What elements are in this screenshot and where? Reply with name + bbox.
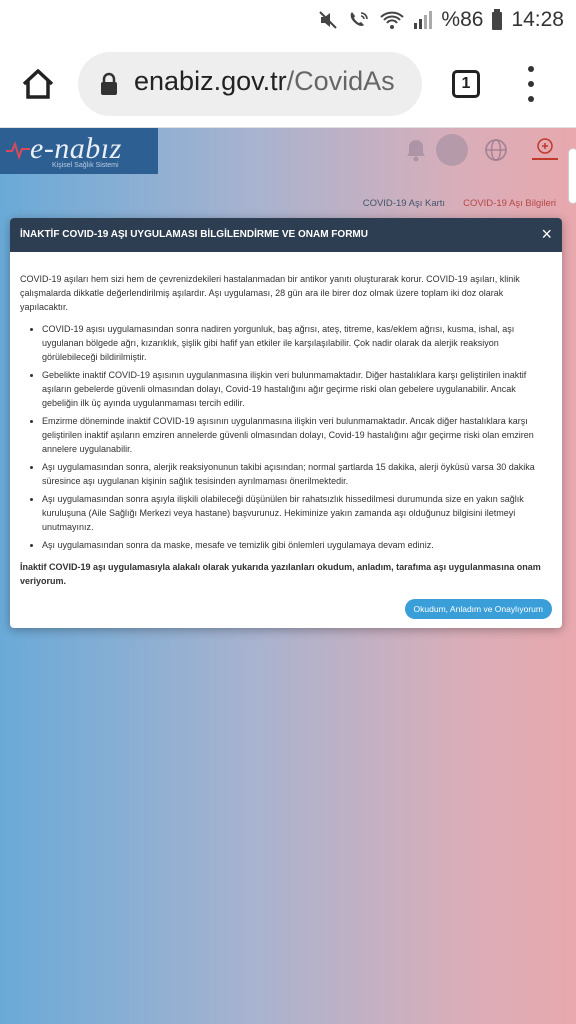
site-logo[interactable]: e-nabız Kişisel Sağlık Sistemi xyxy=(0,128,158,174)
breadcrumb-asi-karti[interactable]: COVID-19 Aşı Kartı xyxy=(363,198,445,209)
modal-title: İNAKTİF COVID-19 AŞI UYGULAMASI BİLGİLEN… xyxy=(20,229,368,240)
info-list: COVID-19 aşısı uygulamasından sonra nadi… xyxy=(20,322,552,552)
battery-percent: %86 xyxy=(441,8,484,31)
logo-text: e-nabız xyxy=(30,132,122,165)
home-icon[interactable] xyxy=(18,64,58,104)
clock: 14:28 xyxy=(511,8,564,31)
list-item: Aşı uygulamasından sonra aşıyla ilişkili… xyxy=(42,492,552,534)
bell-icon[interactable] xyxy=(405,138,427,162)
ministry-logo[interactable] xyxy=(528,136,562,164)
consent-statement: İnaktif COVID-19 aşı uygulamasıyla alaka… xyxy=(20,562,541,586)
globe-icon[interactable] xyxy=(484,138,508,162)
url-path: /CovidAs xyxy=(286,66,395,96)
url-domain: enabiz.gov.tr xyxy=(134,66,287,96)
modal-header: İNAKTİF COVID-19 AŞI UYGULAMASI BİLGİLEN… xyxy=(10,218,562,252)
list-item: Emzirme döneminde inaktif COVID-19 aşısı… xyxy=(42,414,552,456)
breadcrumb-asi-bilgileri[interactable]: COVID-19 Aşı Bilgileri xyxy=(463,198,556,209)
avatar[interactable] xyxy=(436,134,468,166)
wifi-icon xyxy=(380,11,405,29)
scroll-handle[interactable] xyxy=(568,148,576,204)
mute-icon xyxy=(319,11,338,29)
wifi-call-icon xyxy=(351,12,369,26)
browser-toolbar: enabiz.gov.tr/CovidAs 1 xyxy=(0,40,576,128)
logo-subtitle: Kişisel Sağlık Sistemi xyxy=(52,162,119,169)
more-menu-icon[interactable] xyxy=(520,66,542,102)
status-bar: %86 14:28 xyxy=(0,0,576,40)
breadcrumb: COVID-19 Aşı Kartı COVID-19 Aşı Bilgiler… xyxy=(363,198,556,209)
url-text[interactable]: enabiz.gov.tr/CovidAs xyxy=(134,66,395,97)
address-bar[interactable]: enabiz.gov.tr/CovidAs xyxy=(78,52,422,116)
lock-icon xyxy=(101,72,117,95)
list-item: Aşı uygulamasından sonra da maske, mesaf… xyxy=(42,538,552,552)
signal-icon xyxy=(414,11,433,29)
site-header: e-nabız Kişisel Sağlık Sistemi xyxy=(0,128,576,180)
list-item: Gebelikte inaktif COVID-19 aşısının uygu… xyxy=(42,368,552,410)
close-icon[interactable]: × xyxy=(541,224,552,244)
heartbeat-icon xyxy=(6,141,30,161)
list-item: Aşı uygulamasından sonra, alerjik reaksi… xyxy=(42,460,552,488)
tab-count: 1 xyxy=(461,75,471,92)
modal-body: COVID-19 aşıları hem sizi hem de çevreni… xyxy=(10,252,562,588)
consent-modal: İNAKTİF COVID-19 AŞI UYGULAMASI BİLGİLEN… xyxy=(10,218,562,628)
tabs-icon[interactable]: 1 xyxy=(452,70,480,98)
battery-icon xyxy=(492,9,503,30)
confirm-button[interactable]: Okudum, Anladım ve Onaylıyorum xyxy=(404,599,552,619)
list-item: COVID-19 aşısı uygulamasından sonra nadi… xyxy=(42,322,552,364)
intro-paragraph: COVID-19 aşıları hem sizi hem de çevreni… xyxy=(20,274,520,312)
